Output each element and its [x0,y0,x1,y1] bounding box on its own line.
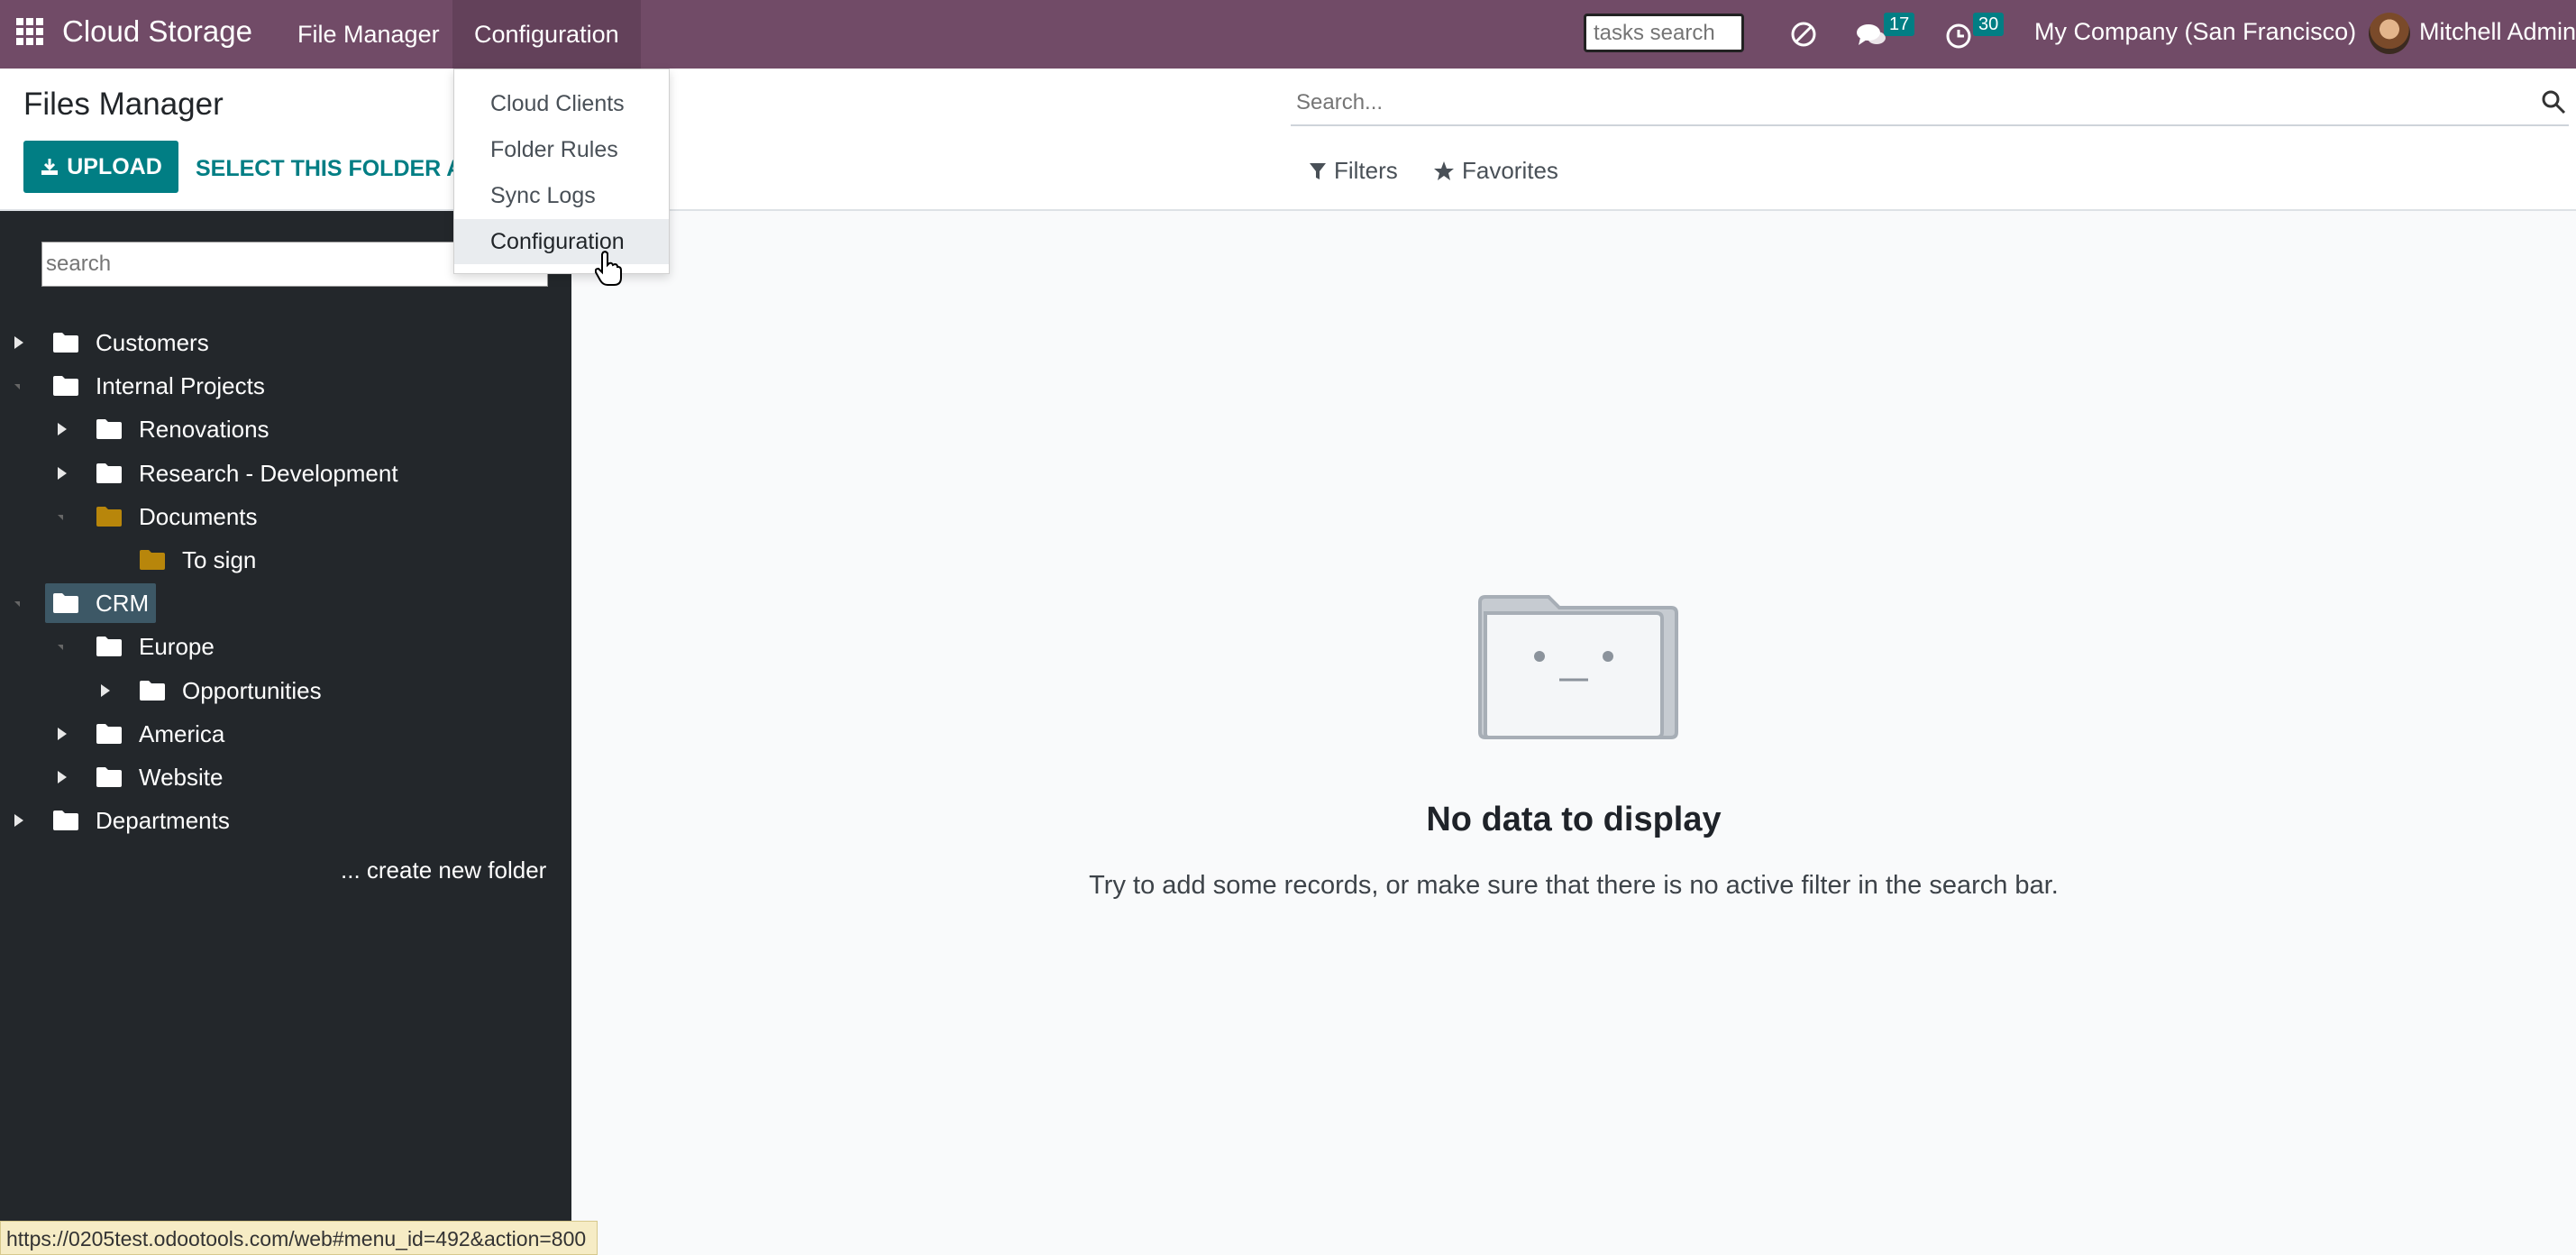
folder-icon [140,681,165,701]
tree-item-label: Renovations [139,415,269,443]
filter-icon [1310,162,1326,179]
menu-item-cloud-clients[interactable]: Cloud Clients [454,81,669,126]
caret-right-icon[interactable] [56,727,69,741]
top-navbar: Cloud Storage File Manager Configuration… [0,0,2576,69]
tree-item-opportunities[interactable]: Opportunities [139,671,322,710]
folder-icon [53,593,78,613]
menu-file-manager[interactable]: File Manager [276,0,461,69]
caret-right-icon[interactable] [56,466,69,481]
folder-sidebar: Customers Internal Projects Renovations Res… [0,211,571,1255]
upload-button[interactable]: UPLOAD [23,141,178,193]
favorites-button[interactable]: Favorites [1433,157,1558,185]
tree-item-label: Internal Projects [96,371,265,399]
tree-item-to-sign[interactable]: To sign [139,540,256,580]
menu-configuration[interactable]: Configuration [452,0,641,69]
upload-label: UPLOAD [67,153,162,179]
main-content: No data to display Try to add some recor… [571,211,2576,1255]
company-switcher[interactable]: My Company (San Francisco) [2034,18,2356,46]
tree-item-internal-projects[interactable]: Internal Projects [52,366,265,406]
tree-item-departments[interactable]: Departments [52,801,230,840]
folder-icon [140,550,165,570]
caret-right-icon[interactable] [99,683,112,698]
select-folder-button[interactable]: SELECT THIS FOLDER AT [196,156,475,182]
folder-icon [96,507,122,527]
empty-folder-icon [1478,595,1678,739]
caret-down-icon[interactable] [56,509,69,524]
menu-item-sync-logs[interactable]: Sync Logs [454,173,669,218]
tree-item-label: Website [139,763,224,791]
tree-item-label: Research - Development [139,459,398,487]
filters-button[interactable]: Filters [1309,157,1398,185]
status-url: https://0205test.odootools.com/web#menu_… [0,1221,598,1255]
tree-item-documents[interactable]: Documents [96,497,258,536]
search-input[interactable] [1296,90,2468,115]
caret-down-icon[interactable] [56,639,69,654]
folder-icon [53,333,78,353]
search-bar[interactable] [1291,81,2569,126]
page-title: Files Manager [23,87,224,122]
tree-item-crm[interactable]: CRM [45,583,157,623]
menu-item-configuration[interactable]: Configuration [454,219,669,264]
user-menu[interactable]: Mitchell Admin [2419,18,2576,46]
folder-icon [96,767,122,787]
tree-item-customers[interactable]: Customers [52,323,209,362]
caret-right-icon[interactable] [13,813,25,828]
tree-item-label: Europe [139,632,215,660]
filters-label: Filters [1334,157,1398,184]
apps-grid-icon[interactable] [16,18,43,45]
folder-icon [53,811,78,830]
menu-item-folder-rules[interactable]: Folder Rules [454,127,669,172]
tree-item-label: CRM [96,589,150,617]
folder-icon [96,637,122,656]
tree-item-renovations[interactable]: Renovations [96,409,269,449]
caret-down-icon[interactable] [13,596,25,610]
tree-item-label: America [139,719,225,747]
control-panel: Files Manager UPLOAD SELECT THIS FOLDER … [0,69,2576,211]
search-icon[interactable] [2540,88,2567,115]
folder-icon [96,724,122,744]
tasks-search-input[interactable] [1584,14,1744,52]
tree-item-research-development[interactable]: Research - Development [96,453,398,493]
download-icon [41,159,59,175]
app-brand[interactable]: Cloud Storage [62,14,252,49]
refresh-icon[interactable] [1787,18,1820,50]
caret-down-icon[interactable] [13,379,25,393]
clock-icon[interactable] [1944,20,1977,52]
tree-item-label: Departments [96,806,230,834]
messages-badge: 17 [1884,13,1915,36]
tree-item-label: Customers [96,328,209,356]
folder-icon [96,463,122,483]
tree-item-label: Opportunities [182,676,322,704]
tree-item-label: Documents [139,502,258,530]
chat-icon[interactable] [1855,20,1887,52]
activities-badge: 30 [1973,13,2005,36]
tree-item-america[interactable]: America [96,714,224,754]
caret-right-icon[interactable] [56,770,69,784]
configuration-dropdown: Cloud Clients Folder Rules Sync Logs Con… [453,69,670,274]
create-folder-link[interactable]: ... create new folder [341,857,546,884]
caret-right-icon[interactable] [56,422,69,436]
star-icon [1434,160,1454,180]
tree-item-label: To sign [182,545,257,573]
folder-icon [96,419,122,439]
folder-icon [53,376,78,396]
tree-item-website[interactable]: Website [96,757,223,797]
empty-state-hint: Try to add some records, or make sure th… [1089,871,2059,900]
caret-right-icon[interactable] [13,335,25,350]
avatar[interactable] [2369,13,2410,54]
hand-cursor-icon [595,251,622,286]
empty-state-title: No data to display [1426,801,1722,838]
tree-item-europe[interactable]: Europe [96,627,215,666]
favorites-label: Favorites [1462,157,1558,184]
